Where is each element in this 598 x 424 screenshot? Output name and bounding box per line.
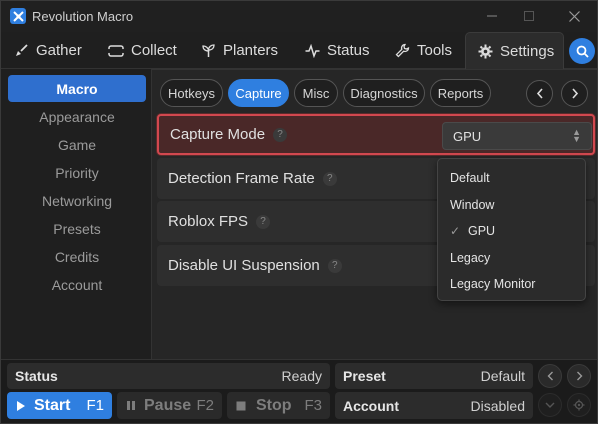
setting-label: Roblox FPS [168, 213, 249, 230]
chevron-left-icon [547, 371, 553, 381]
subtab-prev-button[interactable] [526, 80, 553, 107]
app-window: Revolution Macro Gather Collect Planters… [0, 0, 598, 424]
chevron-right-icon [576, 371, 582, 381]
dropdown-option-legacy[interactable]: Legacy [438, 245, 585, 271]
status-bar: Status Ready Preset Default Start F1 Pau… [1, 359, 597, 423]
wrench-icon [395, 43, 410, 58]
ticket-icon [108, 44, 124, 57]
help-icon[interactable]: ? [256, 214, 271, 229]
setting-label: Capture Mode [170, 126, 266, 143]
help-icon[interactable]: ? [273, 127, 288, 142]
account-box: Account Disabled [335, 392, 533, 419]
tab-label: Gather [36, 42, 82, 59]
dropdown-option-gpu[interactable]: ✓ GPU [438, 218, 585, 244]
sprout-icon [202, 44, 215, 57]
pause-icon [127, 401, 135, 410]
checkmark-icon: ✓ [450, 224, 461, 238]
status-value: Ready [281, 368, 322, 384]
start-hotkey: F1 [86, 397, 104, 414]
tab-gather[interactable]: Gather [14, 32, 82, 69]
sidebar-item-credits[interactable]: Credits [8, 243, 146, 270]
start-label: Start [34, 396, 71, 414]
tab-collect[interactable]: Collect [108, 32, 177, 69]
subtab-next-button[interactable] [561, 80, 588, 107]
preset-value[interactable]: Default [481, 368, 525, 384]
select-value: GPU [453, 128, 482, 144]
select-caret-icon: ▲ ▼ [572, 127, 581, 144]
sidebar-item-appearance[interactable]: Appearance [8, 103, 146, 130]
preset-next-button[interactable] [567, 364, 591, 388]
account-expand-button[interactable] [538, 393, 562, 417]
close-icon[interactable] [564, 7, 584, 25]
tab-tools[interactable]: Tools [395, 32, 452, 69]
gear-icon [478, 44, 493, 58]
pause-label: Pause [144, 396, 192, 414]
title-bar: Revolution Macro [1, 1, 597, 32]
stop-icon [236, 401, 246, 410]
minimize-icon[interactable] [482, 7, 502, 25]
setting-label: Disable UI Suspension [168, 257, 320, 274]
start-button[interactable]: Start F1 [7, 392, 112, 419]
help-icon[interactable]: ? [327, 258, 342, 273]
preset-prev-button[interactable] [538, 364, 562, 388]
account-label: Account [343, 397, 399, 414]
chevron-left-icon [536, 88, 543, 99]
gear-icon [573, 399, 585, 411]
dropdown-option-default[interactable]: Default [438, 165, 585, 191]
account-value: Disabled [470, 397, 525, 414]
account-settings-button[interactable] [567, 393, 591, 417]
maximize-icon[interactable] [519, 7, 539, 25]
chevron-down-icon [545, 402, 555, 408]
pause-button[interactable]: Pause F2 [117, 392, 222, 419]
setting-row-capture-mode: Capture Mode ? GPU ▲ ▼ [157, 114, 595, 155]
pause-hotkey: F2 [196, 397, 214, 414]
setting-label: Detection Frame Rate [168, 170, 315, 187]
dropdown-option-window[interactable]: Window [438, 192, 585, 218]
stop-label: Stop [256, 396, 292, 414]
tab-label: Status [327, 42, 370, 59]
capture-mode-select[interactable]: GPU ▲ ▼ [442, 122, 592, 150]
settings-sidebar: Macro Appearance Game Priority Networkin… [1, 69, 151, 359]
subtab-capture[interactable]: Capture [228, 79, 289, 107]
help-icon[interactable]: ? [322, 171, 337, 186]
dropdown-option-legacy-monitor[interactable]: Legacy Monitor [438, 271, 585, 297]
tab-label: Planters [223, 42, 279, 59]
subtab-reports[interactable]: Reports [430, 79, 491, 107]
subtab-misc[interactable]: Misc [294, 79, 338, 107]
sidebar-item-game[interactable]: Game [8, 131, 146, 158]
settings-panel: Hotkeys Capture Misc Diagnostics Reports… [151, 69, 597, 359]
subtab-diagnostics[interactable]: Diagnostics [343, 79, 425, 107]
play-icon [17, 400, 25, 411]
activity-icon [305, 43, 320, 58]
sidebar-item-macro[interactable]: Macro [8, 75, 146, 102]
sidebar-item-priority[interactable]: Priority [8, 159, 146, 186]
stop-hotkey: F3 [304, 397, 322, 414]
tab-status[interactable]: Status [305, 32, 370, 69]
stop-button[interactable]: Stop F3 [227, 392, 330, 419]
status-label: Status [15, 368, 58, 384]
sidebar-item-networking[interactable]: Networking [8, 187, 146, 214]
preset-label: Preset [343, 368, 386, 384]
tab-label: Settings [500, 42, 555, 60]
sidebar-item-account[interactable]: Account [8, 271, 146, 298]
search-button[interactable] [569, 38, 595, 64]
main-tab-bar: Gather Collect Planters Status Tools Set… [1, 32, 597, 69]
subtab-hotkeys[interactable]: Hotkeys [160, 79, 223, 107]
chevron-right-icon [571, 88, 578, 99]
app-logo-icon [10, 8, 26, 24]
status-box: Status Ready [7, 363, 330, 389]
window-title: Revolution Macro [32, 9, 134, 24]
option-label: GPU [468, 224, 496, 238]
search-icon [576, 45, 589, 58]
tab-settings[interactable]: Settings [465, 32, 564, 69]
tab-label: Tools [417, 42, 453, 59]
broom-icon [16, 44, 28, 56]
capture-mode-dropdown: Default Window ✓ GPU Legacy Legacy Monit… [437, 158, 586, 301]
sidebar-item-presets[interactable]: Presets [8, 215, 146, 242]
tab-label: Collect [131, 42, 177, 59]
tab-planters[interactable]: Planters [201, 32, 278, 69]
preset-box: Preset Default [335, 363, 533, 389]
